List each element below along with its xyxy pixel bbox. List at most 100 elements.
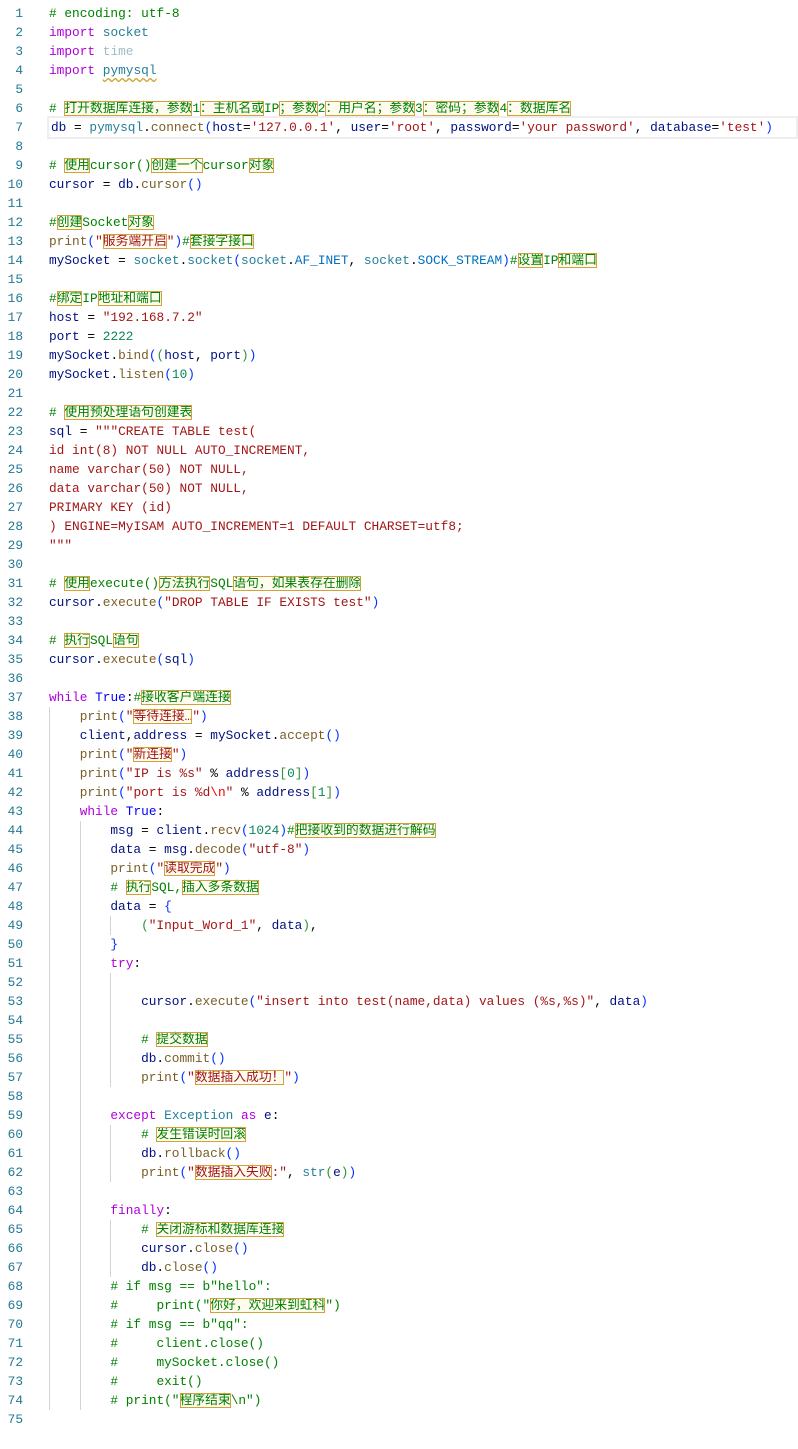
code-line[interactable]: 68 # if msg == b"hello": xyxy=(0,1277,798,1296)
code-line[interactable]: 65 # 关闭游标和数据库连接 xyxy=(0,1220,798,1239)
code-text[interactable]: while True: xyxy=(49,802,165,821)
code-line[interactable]: 20 mySocket.listen(10) xyxy=(0,365,798,384)
code-line[interactable]: 8 xyxy=(0,137,798,156)
code-line[interactable]: 3 import time xyxy=(0,42,798,61)
code-line[interactable]: 74 # print("程序结束\n") xyxy=(0,1391,798,1410)
code-text[interactable]: print("port is %d\n" % address[1]) xyxy=(49,783,341,802)
code-line[interactable]: 45 data = msg.decode("utf-8") xyxy=(0,840,798,859)
code-text[interactable]: finally: xyxy=(49,1201,171,1220)
code-text[interactable]: # 使用预处理语句创建表 xyxy=(49,403,193,422)
code-text[interactable]: import time xyxy=(49,42,133,61)
code-text[interactable]: print("读取完成") xyxy=(49,859,231,878)
code-line[interactable]: 38 print("等待连接…") xyxy=(0,707,798,726)
code-text[interactable]: PRIMARY KEY (id) xyxy=(49,498,172,517)
code-line[interactable]: 73 # exit() xyxy=(0,1372,798,1391)
code-text[interactable]: db = pymysql.connect(host='127.0.0.1', u… xyxy=(47,116,798,139)
code-line[interactable]: 2 import socket xyxy=(0,23,798,42)
code-line[interactable]: 36 xyxy=(0,669,798,688)
code-text[interactable]: cursor.execute("DROP TABLE IF EXISTS tes… xyxy=(49,593,379,612)
code-line[interactable]: 51 try: xyxy=(0,954,798,973)
code-text[interactable] xyxy=(49,1087,110,1106)
code-line[interactable]: 30 xyxy=(0,555,798,574)
code-text[interactable]: data varchar(50) NOT NULL, xyxy=(49,479,249,498)
code-text[interactable]: import socket xyxy=(49,23,149,42)
code-line[interactable]: 61 db.rollback() xyxy=(0,1144,798,1163)
code-line[interactable]: 50} xyxy=(0,935,798,954)
code-line[interactable]: 27 PRIMARY KEY (id) xyxy=(0,498,798,517)
code-line[interactable]: 35 cursor.execute(sql) xyxy=(0,650,798,669)
code-line[interactable]: 9 # 使用cursor()创建一个cursor对象 xyxy=(0,156,798,175)
code-line[interactable]: 7 db = pymysql.connect(host='127.0.0.1', … xyxy=(0,116,798,139)
code-line[interactable]: 40 print("新连接") xyxy=(0,745,798,764)
code-line[interactable]: 18 port = 2222 xyxy=(0,327,798,346)
code-line[interactable]: 21 xyxy=(0,384,798,403)
code-line[interactable]: 14 mySocket = socket.socket(socket.AF_INE… xyxy=(0,251,798,270)
code-line[interactable]: 66 cursor.close() xyxy=(0,1239,798,1258)
code-line[interactable]: 53 cursor.execute("insert into test(name,… xyxy=(0,992,798,1011)
code-text[interactable]: mySocket.bind((host, port)) xyxy=(49,346,256,365)
code-text[interactable]: # if msg == b"qq": xyxy=(49,1315,248,1334)
code-text[interactable]: ) ENGINE=MyISAM AUTO_INCREMENT=1 DEFAULT… xyxy=(49,517,464,536)
code-line[interactable]: 33 xyxy=(0,612,798,631)
code-text[interactable]: #创建Socket对象 xyxy=(49,213,154,232)
code-text[interactable]: # if msg == b"hello": xyxy=(49,1277,271,1296)
code-line[interactable]: 34 # 执行SQL语句 xyxy=(0,631,798,650)
code-line[interactable]: 54 xyxy=(0,1011,798,1030)
code-text[interactable]: # print("你好，欢迎来到虹科") xyxy=(49,1296,341,1315)
code-line[interactable]: 1 # encoding: utf-8 xyxy=(0,4,798,23)
code-line[interactable]: 4 import pymysql xyxy=(0,61,798,80)
code-line[interactable]: 24 id int(8) NOT NULL AUTO_INCREMENT, xyxy=(0,441,798,460)
code-text[interactable]: host = "192.168.7.2" xyxy=(49,308,203,327)
code-line[interactable]: 16 #绑定IP地址和端口 xyxy=(0,289,798,308)
code-text[interactable]: import pymysql xyxy=(49,61,157,80)
code-text[interactable]: # 使用cursor()创建一个cursor对象 xyxy=(49,156,275,175)
code-text[interactable] xyxy=(49,1182,110,1201)
code-text[interactable]: mySocket.listen(10) xyxy=(49,365,195,384)
code-line[interactable]: 56 db.commit() xyxy=(0,1049,798,1068)
code-line[interactable]: 10 cursor = db.cursor() xyxy=(0,175,798,194)
code-text[interactable]: cursor.execute("insert into test(name,da… xyxy=(49,992,648,1011)
code-line[interactable]: 17 host = "192.168.7.2" xyxy=(0,308,798,327)
code-text[interactable]: cursor.execute(sql) xyxy=(49,650,195,669)
code-editor[interactable]: 1 # encoding: utf-8 2 import socket 3 import … xyxy=(0,4,798,1429)
code-line[interactable]: 39 client,address = mySocket.accept() xyxy=(0,726,798,745)
code-line[interactable]: 59 except Exception as e: xyxy=(0,1106,798,1125)
code-line[interactable]: 5 xyxy=(0,80,798,99)
code-line[interactable]: 25 name varchar(50) NOT NULL, xyxy=(0,460,798,479)
code-text[interactable]: db.commit() xyxy=(49,1049,225,1068)
code-line[interactable]: 46 print("读取完成") xyxy=(0,859,798,878)
code-line[interactable]: 47 # 执行SQL,插入多条数据 xyxy=(0,878,798,897)
code-text[interactable]: print("等待连接…") xyxy=(49,707,208,726)
code-text[interactable]: # 关闭游标和数据库连接 xyxy=(49,1220,285,1239)
code-text[interactable]: try: xyxy=(49,954,141,973)
code-line[interactable]: 49 ("Input_Word_1", data), xyxy=(0,916,798,935)
code-line[interactable]: 29 """ xyxy=(0,536,798,555)
code-line[interactable]: 37 while True:#接收客户端连接 xyxy=(0,688,798,707)
code-text[interactable]: id int(8) NOT NULL AUTO_INCREMENT, xyxy=(49,441,310,460)
code-line[interactable]: 28) ENGINE=MyISAM AUTO_INCREMENT=1 DEFAU… xyxy=(0,517,798,536)
code-line[interactable]: 64 finally: xyxy=(0,1201,798,1220)
code-text[interactable]: ("Input_Word_1", data), xyxy=(49,916,318,935)
code-text[interactable]: except Exception as e: xyxy=(49,1106,279,1125)
code-text[interactable]: mySocket = socket.socket(socket.AF_INET,… xyxy=(49,251,597,270)
code-text[interactable]: # 发生错误时回滚 xyxy=(49,1125,246,1144)
code-text[interactable]: print("IP is %s" % address[0]) xyxy=(49,764,310,783)
code-text[interactable]: # client.close() xyxy=(49,1334,264,1353)
code-text[interactable]: # 执行SQL,插入多条数据 xyxy=(49,878,259,897)
code-line[interactable]: 23 sql = """CREATE TABLE test( xyxy=(0,422,798,441)
code-text[interactable]: print("数据插入成功！") xyxy=(49,1068,300,1087)
code-line[interactable]: 70 # if msg == b"qq": xyxy=(0,1315,798,1334)
code-text[interactable]: db.close() xyxy=(49,1258,218,1277)
code-line[interactable]: 42 print("port is %d\n" % address[1]) xyxy=(0,783,798,802)
code-text[interactable]: # 提交数据 xyxy=(49,1030,208,1049)
code-line[interactable]: 44 msg = client.recv(1024)#把接收到的数据进行解码 xyxy=(0,821,798,840)
code-text[interactable]: cursor.close() xyxy=(49,1239,249,1258)
code-line[interactable]: 72 # mySocket.close() xyxy=(0,1353,798,1372)
code-text[interactable]: print("服务端开启")#套接字接口 xyxy=(49,232,254,251)
code-text[interactable]: port = 2222 xyxy=(49,327,133,346)
code-line[interactable]: 62 print("数据插入失败:", str(e)) xyxy=(0,1163,798,1182)
code-text[interactable]: } xyxy=(49,935,118,954)
code-text[interactable]: name varchar(50) NOT NULL, xyxy=(49,460,249,479)
code-text[interactable] xyxy=(49,973,141,992)
code-line[interactable]: 48 data = { xyxy=(0,897,798,916)
